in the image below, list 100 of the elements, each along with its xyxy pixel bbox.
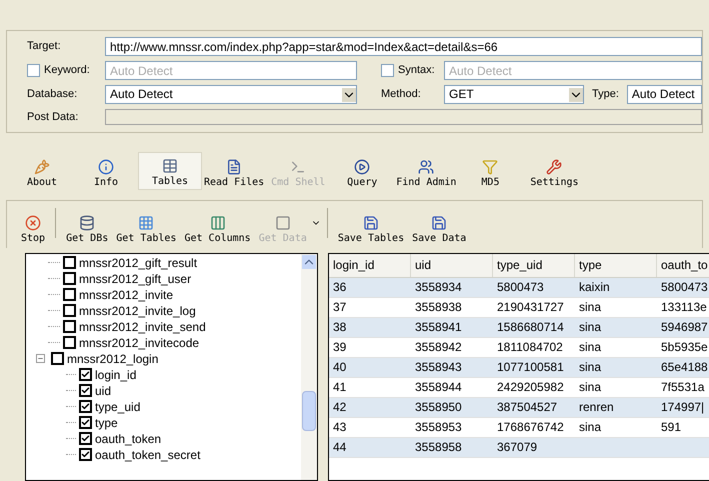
wrench-icon [546, 158, 562, 174]
toolbar-tab[interactable]: Query [330, 152, 394, 190]
syntax-field[interactable]: Auto Detect [444, 61, 702, 80]
tree-item[interactable]: mnssr2012_gift_result [79, 254, 198, 272]
checkbox[interactable] [79, 416, 92, 429]
toolbar-tab[interactable]: Info [74, 152, 138, 190]
table-cell-text: 3558953 [414, 419, 463, 436]
checkbox[interactable] [63, 336, 76, 349]
tree-item[interactable]: mnssr2012_invite_log [79, 302, 196, 320]
tree-item[interactable]: uid [95, 382, 112, 400]
play-icon [354, 158, 370, 174]
table-cell-text: kaixin [578, 279, 611, 296]
carrot-icon [34, 158, 50, 174]
checkbox[interactable] [79, 400, 92, 413]
tree-item[interactable]: mnssr2012_login [67, 350, 158, 368]
table-cell-text: 387504527 [496, 399, 558, 416]
checkbox[interactable] [63, 304, 76, 317]
checkmark-icon [81, 417, 90, 428]
method-label: Method: [381, 87, 422, 102]
table-cell-text: renren [578, 399, 615, 416]
info-icon [98, 158, 114, 174]
tree-item[interactable]: mnssr2012_invitecode [79, 334, 200, 352]
table-cell-text: sina [578, 419, 602, 436]
toolbar-tab[interactable]: MD5 [458, 152, 522, 190]
column-header[interactable]: login_id [329, 254, 411, 276]
scroll-thumb[interactable] [302, 390, 316, 430]
target-field[interactable]: http://www.mnssr.com/index.php?app=star&mod=Index&act=detail&s=66 [105, 37, 702, 56]
checkbox[interactable] [79, 448, 92, 461]
checkbox[interactable] [63, 272, 76, 285]
checkbox[interactable] [381, 64, 394, 77]
action-button[interactable]: Stop [17, 214, 50, 246]
table-cell-text: 1768676742 [496, 419, 565, 436]
collapse-toggle[interactable] [36, 354, 45, 363]
table-cell-text: 5946987 [660, 319, 709, 336]
document-icon [226, 158, 242, 174]
column-header[interactable]: uid [411, 254, 493, 276]
toolbar-tab[interactable]: Settings [522, 152, 586, 190]
scrollbar[interactable] [301, 254, 317, 480]
tree-item[interactable]: oauth_token [95, 430, 162, 448]
table-cell-text: 39 [332, 339, 348, 356]
action-button[interactable]: Get Tables [112, 214, 180, 246]
table-cell-text: sina [578, 359, 602, 376]
table-cell-text: 37 [332, 299, 348, 316]
table-cell-text: 5800473 [660, 279, 709, 296]
toolbar-tab[interactable]: Find Admin [394, 152, 458, 190]
checkbox[interactable] [79, 432, 92, 445]
column-header[interactable]: type [575, 254, 657, 276]
toolbar-tab[interactable]: Read Files [202, 152, 266, 190]
table-cell-text: sina [578, 299, 602, 316]
column-header[interactable]: type_uid [493, 254, 575, 276]
table-cell-text: 43 [332, 419, 348, 436]
table-cell-text: 5b5935e [660, 339, 709, 356]
tree-item[interactable]: mnssr2012_invite_send [79, 318, 206, 336]
checkbox[interactable] [79, 368, 92, 381]
tree-item[interactable]: oauth_token_secret [95, 446, 200, 464]
table-cell-text: sina [578, 319, 602, 336]
checkbox[interactable] [63, 288, 76, 301]
checkbox[interactable] [63, 256, 76, 269]
table-cell-text: 7f5531a [660, 379, 706, 396]
table-cell-text: 591 [660, 419, 682, 436]
checkbox[interactable] [63, 320, 76, 333]
terminal-icon [290, 158, 306, 174]
table-cell-text: sina [578, 339, 602, 356]
action-button[interactable]: Save Tables [334, 214, 408, 246]
tree-item[interactable]: type_uid [95, 398, 140, 416]
tree-item[interactable]: login_id [95, 366, 136, 384]
minus-icon [37, 355, 44, 362]
action-button[interactable]: Get Columns [180, 214, 255, 246]
toolbar-tab[interactable]: About [10, 152, 74, 190]
table-cell-text: 3558938 [414, 299, 463, 316]
checkbox[interactable] [51, 352, 64, 365]
action-button[interactable]: Save Data [408, 214, 470, 246]
table-cell-text: 36 [332, 279, 348, 296]
tree-item[interactable]: mnssr2012_gift_user [79, 270, 192, 288]
users-icon [418, 158, 434, 174]
table-cell-text: 3558934 [414, 279, 463, 296]
table-cell-text: 2190431727 [496, 299, 565, 316]
type-dropdown[interactable]: Auto Detect [626, 85, 702, 104]
funnel-icon [482, 158, 498, 174]
checkmark-icon [81, 449, 90, 460]
post-data-label: Post Data: [27, 110, 80, 125]
scroll-up-icon[interactable] [302, 254, 316, 268]
type-label: Type: [592, 87, 619, 102]
keyword-field[interactable]: Auto Detect [105, 61, 357, 80]
tree-item[interactable]: type [95, 414, 118, 432]
method-dropdown[interactable]: GET [444, 85, 584, 104]
action-button[interactable]: Get DBs [62, 214, 112, 246]
toolbar-tab[interactable]: Tables [138, 152, 202, 190]
table-cell-text: 367079 [496, 439, 538, 456]
checkbox[interactable] [79, 384, 92, 397]
database-dropdown[interactable]: Auto Detect [105, 85, 357, 104]
grid-icon [138, 214, 154, 230]
keyword-label: Keyword: [44, 63, 90, 78]
table-cell-text: 3558944 [414, 379, 463, 396]
checkbox[interactable] [27, 64, 40, 77]
column-header[interactable]: oauth_to [657, 254, 709, 276]
checkmark-icon [81, 385, 90, 396]
post-data-field[interactable] [105, 109, 702, 126]
columns-icon [210, 214, 226, 230]
tree-item[interactable]: mnssr2012_invite [79, 286, 174, 304]
